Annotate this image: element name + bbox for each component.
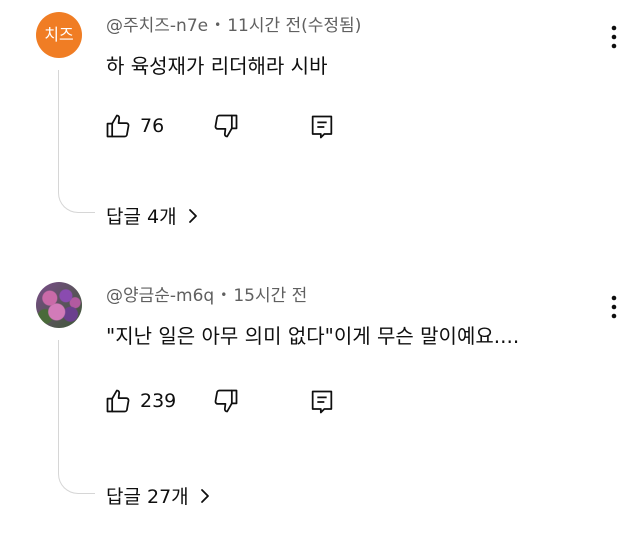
like-count: 76 — [140, 115, 165, 137]
view-replies-link[interactable]: 답글 4개 — [106, 202, 199, 229]
like-button[interactable]: 76 — [104, 112, 164, 140]
meta-separator: • — [220, 288, 228, 302]
comment-time: 15시간 전 — [233, 286, 308, 306]
like-count: 239 — [140, 390, 177, 412]
comment-author[interactable]: @양금순-m6q — [106, 286, 214, 306]
dislike-button[interactable] — [212, 112, 240, 140]
thumbs-down-icon — [212, 387, 240, 415]
chevron-right-icon — [199, 487, 211, 505]
avatar[interactable] — [36, 282, 82, 328]
meta-separator: • — [214, 18, 222, 32]
more-vertical-icon[interactable] — [604, 22, 624, 52]
comment-meta: @주치즈-n7e • 11시간 전(수정됨) — [106, 11, 361, 36]
replies-label: 답글 27개 — [106, 486, 189, 508]
comment-actions: 76 — [104, 112, 364, 144]
replies-label: 답글 4개 — [106, 206, 177, 228]
comment-author[interactable]: @주치즈-n7e — [106, 16, 208, 36]
thumbs-up-icon — [104, 112, 132, 140]
like-button[interactable]: 239 — [104, 387, 176, 415]
reply-button[interactable] — [308, 113, 336, 141]
comment-actions: 239 — [104, 387, 364, 419]
comment-text: "지난 일은 아무 의미 없다"이게 무슨 말이예요.... — [106, 324, 520, 348]
dislike-button[interactable] — [212, 387, 240, 415]
comment-item: 치즈 @주치즈-n7e • 11시간 전(수정됨) 하 육성재가 리더해라 시바 7… — [0, 0, 638, 260]
comment-item: @양금순-m6q • 15시간 전 "지난 일은 아무 의미 없다"이게 무슨 말이… — [0, 270, 638, 542]
thumbs-up-icon — [104, 387, 132, 415]
comment-time: 11시간 전(수정됨) — [227, 16, 362, 36]
thread-connector — [58, 340, 95, 494]
thumbs-down-icon — [212, 112, 240, 140]
reply-comment-icon — [308, 113, 336, 141]
comment-text: 하 육성재가 리더해라 시바 — [106, 54, 328, 78]
view-replies-link[interactable]: 답글 27개 — [106, 482, 211, 509]
more-vertical-icon[interactable] — [604, 292, 624, 322]
avatar[interactable]: 치즈 — [36, 12, 82, 58]
thread-connector — [58, 70, 95, 213]
comment-meta: @양금순-m6q • 15시간 전 — [106, 281, 307, 306]
reply-button[interactable] — [308, 388, 336, 416]
chevron-right-icon — [187, 207, 199, 225]
reply-comment-icon — [308, 388, 336, 416]
